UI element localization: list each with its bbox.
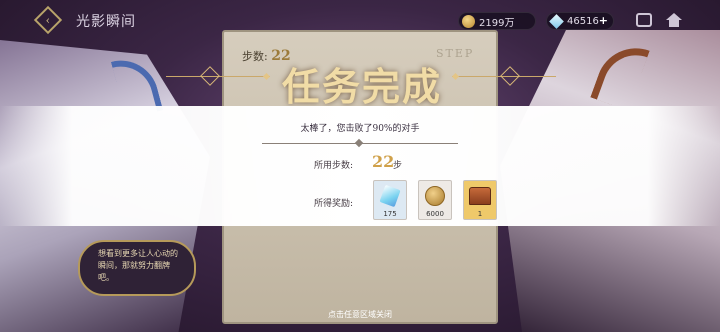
gold-coin-icon (462, 15, 475, 28)
close-hint[interactable]: 点击任意区域关闭 (0, 309, 720, 320)
screen-title: 光影瞬间 (76, 14, 136, 30)
rewards-label: 所得奖励: (314, 199, 354, 209)
chest-icon (469, 187, 491, 205)
gem-amount: 46516 (567, 15, 599, 27)
gold-amount: 2199万 (479, 17, 515, 29)
mission-complete-title: 任务完成 (281, 64, 442, 109)
back-arrow-icon: ‹ (45, 13, 51, 27)
gem-icon (549, 14, 564, 29)
reward-count: 6000 (426, 210, 444, 218)
result-subtitle: 太棒了，您击败了90%的对手 (300, 124, 420, 134)
steps-used-unit: 步 (393, 161, 403, 171)
reward-item-crystal[interactable]: 175 (373, 180, 407, 220)
divider-left (262, 143, 358, 144)
reward-count: 1 (477, 210, 483, 218)
speech-bubble: 想看到更多让人心动的瞬间，那就努力翻牌吧。 (78, 240, 196, 296)
divider-right (362, 143, 458, 144)
reward-count: 175 (383, 210, 397, 218)
back-button[interactable]: ‹ (33, 5, 63, 35)
board-steps-label: 步数: (242, 50, 268, 63)
steps-used-value: 22 (372, 152, 395, 171)
gem-counter[interactable]: 46516 + (546, 12, 614, 30)
crystal-icon (379, 184, 401, 208)
reward-item-coin[interactable]: 6000 (418, 180, 452, 220)
diamond-ornament-right (500, 66, 520, 86)
chat-icon[interactable] (636, 13, 652, 27)
steps-used-label: 所用步数: (314, 161, 354, 171)
home-icon[interactable] (666, 13, 682, 27)
add-gems-icon[interactable]: + (599, 14, 608, 27)
gold-counter[interactable]: 2199万 (458, 12, 536, 30)
reward-item-chest[interactable]: 1 (463, 180, 497, 220)
diamond-ornament-left (200, 66, 220, 86)
coin-icon (425, 186, 445, 206)
